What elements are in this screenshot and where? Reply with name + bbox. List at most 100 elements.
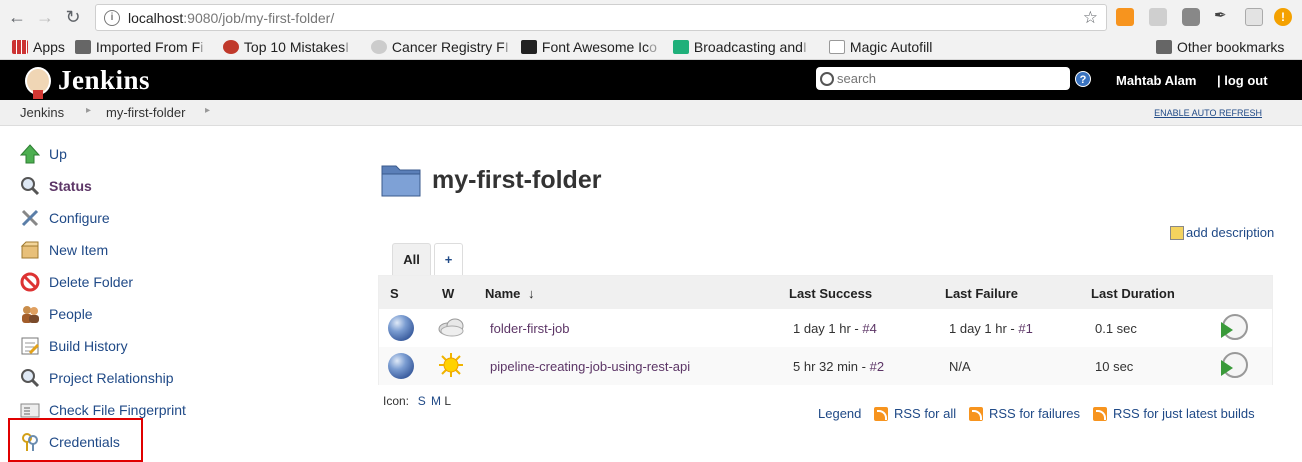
sidebar-item-label: Status — [49, 178, 92, 194]
sidebar-item-status[interactable]: Status — [20, 174, 92, 198]
url-path: :9080/job/my-first-folder/ — [183, 9, 335, 26]
schedule-build-icon[interactable] — [1221, 314, 1248, 340]
status-ball-icon — [388, 353, 414, 379]
info-icon[interactable]: i — [104, 9, 120, 26]
magnifier-icon — [20, 176, 40, 196]
enable-auto-refresh-link[interactable]: ENABLE AUTO REFRESH — [1154, 108, 1262, 118]
header-last-failure[interactable]: Last Failure — [945, 286, 1018, 301]
last-success: 1 day 1 hr - #4 — [793, 321, 877, 336]
legend-link[interactable]: Legend — [818, 406, 861, 421]
icon-size-medium[interactable]: M — [431, 394, 441, 408]
breadcrumb-folder[interactable]: my-first-folder — [106, 105, 185, 120]
back-icon[interactable]: ← — [6, 7, 28, 29]
help-icon[interactable]: ? — [1075, 71, 1091, 87]
header-status[interactable]: S — [390, 286, 399, 301]
tab-add-view[interactable]: + — [434, 243, 463, 275]
rss-all-label[interactable]: RSS for all — [894, 406, 956, 421]
bookmark-apps[interactable]: Apps — [12, 39, 65, 55]
build-link[interactable]: #1 — [1018, 321, 1032, 336]
bookmark-label: Cancer Registry F — [391, 39, 505, 55]
magnifier-icon — [20, 368, 40, 388]
rss-icon — [1093, 406, 1107, 421]
rss-failures-link[interactable]: RSS for failures — [969, 406, 1080, 421]
header-last-duration[interactable]: Last Duration — [1091, 286, 1175, 301]
build-link[interactable]: #2 — [870, 359, 884, 374]
sidebar-item-build-history[interactable]: Build History — [20, 334, 128, 358]
header-name[interactable]: Name ↓ — [485, 286, 535, 301]
tab-extension-icon[interactable] — [1245, 8, 1263, 26]
chevron-right-icon[interactable]: ▸ — [86, 105, 91, 116]
last-failure-text: 1 day 1 hr - — [949, 321, 1019, 336]
user-link[interactable]: Mahtab Alam — [1116, 73, 1196, 88]
brand-title[interactable]: Jenkins — [58, 65, 150, 96]
chevron-right-icon[interactable]: ▸ — [205, 105, 210, 116]
last-duration: 0.1 sec — [1095, 321, 1137, 336]
warning-icon[interactable]: ! — [1274, 8, 1292, 26]
bookmark-magic-autofill[interactable]: Magic Autofill — [828, 39, 932, 55]
sidebar-item-new-item[interactable]: New Item — [20, 238, 108, 262]
sidebar-item-label: Up — [49, 146, 67, 162]
sidebar-item-up[interactable]: Up — [19, 142, 67, 166]
search-input[interactable] — [837, 71, 1057, 86]
bookmark-fade-char: I — [802, 39, 807, 55]
header-last-success[interactable]: Last Success — [789, 286, 872, 301]
forward-icon[interactable]: → — [34, 7, 56, 29]
rss-failures-label[interactable]: RSS for failures — [989, 406, 1080, 421]
no-entry-icon — [20, 272, 40, 292]
sidebar-item-delete-folder[interactable]: Delete Folder — [20, 270, 133, 294]
logout-link[interactable]: | log out — [1217, 73, 1268, 88]
apps-icon — [12, 40, 28, 54]
fingerprint-icon — [20, 400, 40, 420]
bookmark-label: Top 10 Mistakes — [243, 39, 346, 55]
icon-size-large: L — [444, 394, 452, 408]
sidebar-item-label: Project Relationship — [49, 370, 174, 386]
bookmark-fade-char: I — [504, 39, 509, 55]
bookmark-broadcasting[interactable]: Broadcasting and I — [672, 39, 819, 55]
flag-icon — [520, 40, 537, 54]
bookmark-label: Apps — [33, 39, 65, 55]
page-icon — [828, 40, 845, 54]
sort-arrow-icon: ↓ — [528, 286, 535, 301]
medium-icon — [672, 40, 689, 54]
extension-icon[interactable] — [1149, 8, 1167, 26]
bookmark-fade-char: o — [649, 39, 657, 55]
sidebar-item-configure[interactable]: Configure — [20, 206, 110, 230]
table-row: folder-first-job 1 day 1 hr - #4 1 day 1… — [379, 309, 1272, 347]
eyedropper-icon[interactable]: ✒ — [1214, 6, 1232, 24]
bookmark-font-awesome[interactable]: Font Awesome Ic o — [520, 39, 663, 55]
bookmark-imported[interactable]: Imported From Fi — [74, 39, 213, 55]
rss-latest-label[interactable]: RSS for just latest builds — [1113, 406, 1255, 421]
reload-icon[interactable]: ↻ — [62, 7, 84, 29]
cloudy-weather-icon — [436, 314, 466, 340]
schedule-build-icon[interactable] — [1221, 352, 1248, 378]
notepad-icon — [20, 336, 40, 356]
rss-all-link[interactable]: RSS for all — [874, 406, 956, 421]
job-link[interactable]: pipeline-creating-job-using-rest-api — [490, 359, 690, 374]
sidebar-item-label: Build History — [49, 338, 128, 354]
add-description-link[interactable]: add description — [1186, 225, 1274, 240]
jenkins-logo-icon[interactable] — [22, 63, 54, 99]
sidebar-item-project-relationship[interactable]: Project Relationship — [20, 366, 174, 390]
sidebar-item-people[interactable]: People — [20, 302, 93, 326]
bookmark-star-icon[interactable]: ☆ — [1083, 8, 1098, 28]
bookmark-top10[interactable]: Top 10 Mistakes I — [222, 39, 361, 55]
build-link[interactable]: #4 — [862, 321, 876, 336]
header-weather[interactable]: W — [442, 286, 454, 301]
add-description-button[interactable]: add description — [1170, 225, 1274, 240]
last-success-text: 5 hr 32 min - — [793, 359, 870, 374]
job-link[interactable]: folder-first-job — [490, 321, 569, 336]
rss-extension-icon[interactable] — [1116, 8, 1134, 26]
rss-latest-link[interactable]: RSS for just latest builds — [1093, 406, 1255, 421]
angular-extension-icon[interactable] — [1182, 8, 1200, 26]
bookmark-cancer-registry[interactable]: Cancer Registry FI — [370, 39, 511, 55]
last-duration: 10 sec — [1095, 359, 1134, 374]
other-bookmarks[interactable]: Other bookmarks — [1156, 39, 1284, 55]
tab-all[interactable]: All — [392, 243, 431, 275]
breadcrumb-jenkins[interactable]: Jenkins — [20, 105, 64, 120]
sidebar-item-label: Check File Fingerprint — [49, 402, 186, 418]
bookmark-fade-char: I — [345, 39, 349, 55]
icon-size-small[interactable]: S — [418, 394, 426, 408]
sidebar-item-label: People — [49, 306, 93, 322]
search-box[interactable] — [816, 67, 1070, 90]
address-bar[interactable]: i localhost:9080/job/my-first-folder/ ☆ — [95, 4, 1107, 31]
